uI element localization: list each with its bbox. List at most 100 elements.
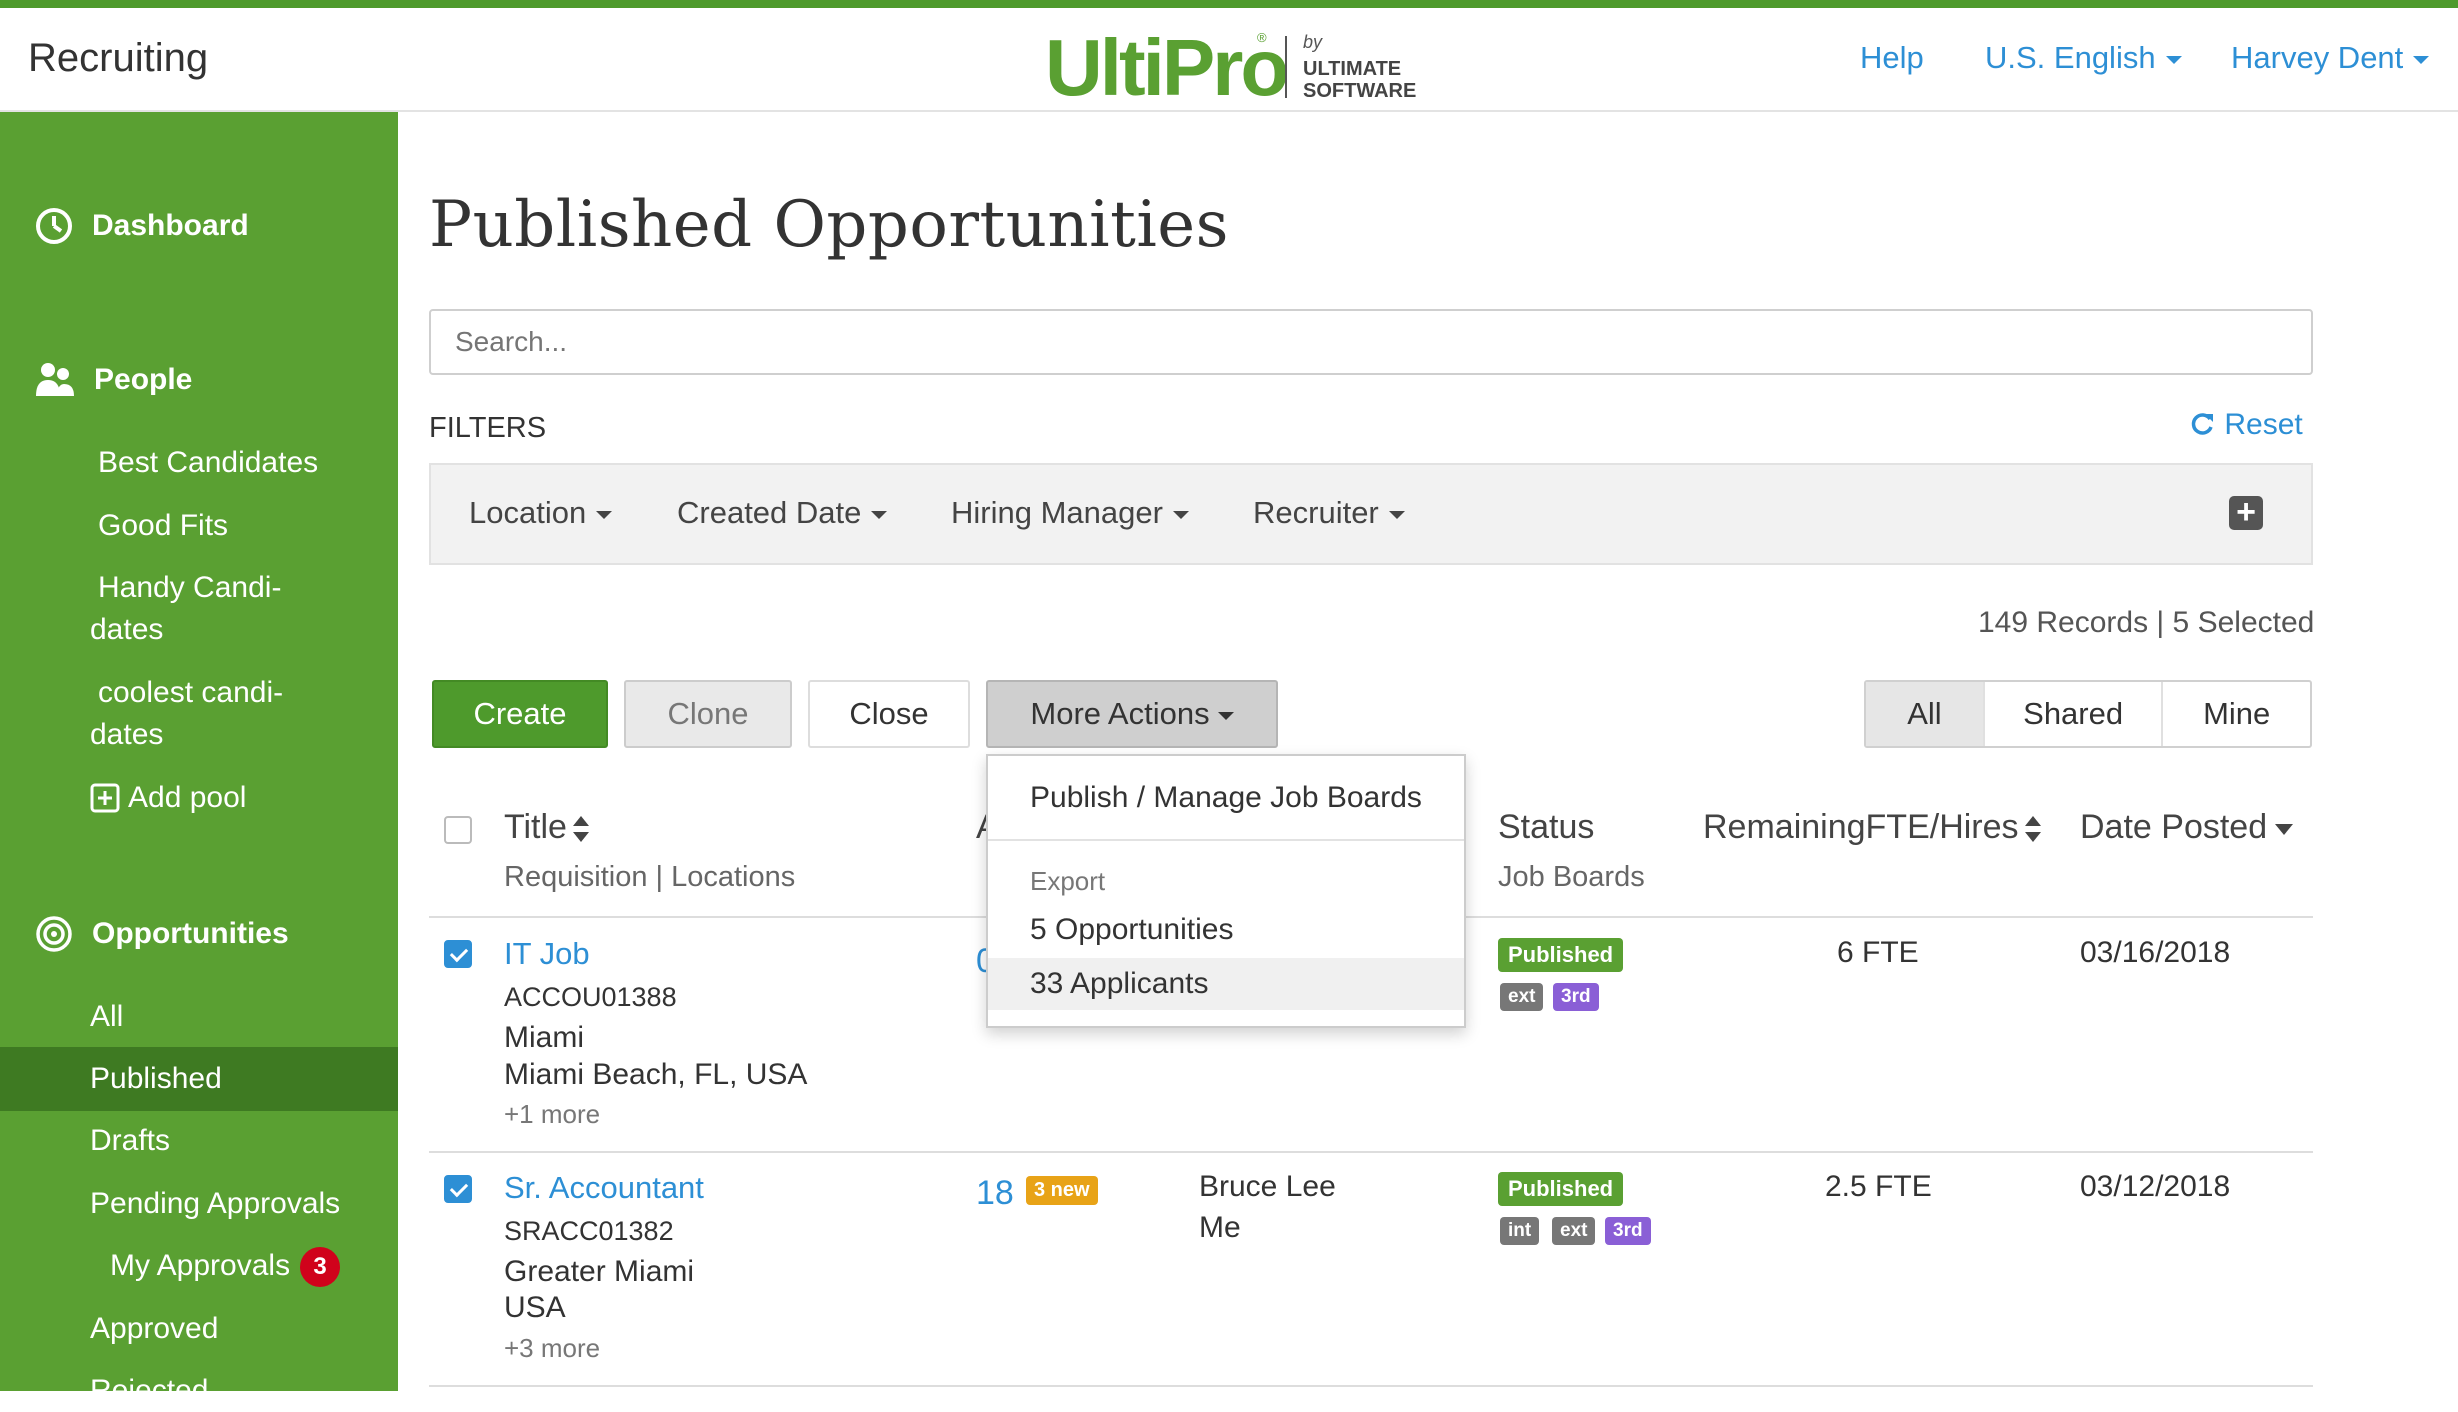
top-header: Recruiting UltiPro ® by ULTIMATE SOFTWARE… [0,8,2458,112]
help-link[interactable]: Help [1860,40,1924,76]
add-pool-label: Add pool [128,781,247,814]
sidebar-item-opportunities[interactable]: Opportunities [34,914,289,954]
job-board-tag: ext [1500,983,1544,1011]
sidebar-item-good-fits[interactable]: Good Fits [98,505,228,547]
chevron-down-icon [2413,55,2430,64]
add-pool-button[interactable]: Add pool [90,777,246,819]
row-divider [429,1151,2313,1153]
clone-button[interactable]: Clone [624,680,792,748]
add-filter-icon[interactable]: + [2229,495,2263,530]
filters-label: FILTERS [429,412,547,444]
sidebar: Dashboard People Best Candidates Good Fi… [0,112,398,1407]
sort-icon [2024,816,2041,843]
location-line: USA [504,1291,566,1324]
sidebar-item-published[interactable]: Published [90,1058,222,1100]
column-subheader-requisition: Requisition | Locations [504,861,796,893]
recruiter: Me [1199,1211,1241,1244]
sidebar-item-coolest-candidates[interactable]: coolest candi- dates [90,672,283,756]
app-title: Recruiting [28,36,209,80]
filter-label: Created Date [677,495,862,530]
remaining-fte: 6 FTE [1837,936,1919,969]
page-title: Published Opportunities [429,188,1229,262]
dashboard-icon [36,208,72,244]
menu-item-publish[interactable]: Publish / Manage Job Boards [988,776,1464,820]
job-board-tag: 3rd [1553,983,1599,1011]
sidebar-label-line2: dates [90,613,164,646]
status-badge: Published [1498,1172,1624,1206]
refresh-icon [2191,413,2213,435]
view-toggle: All Shared Mine [1864,680,2312,748]
job-board-tag: int [1500,1217,1540,1245]
menu-item-export-opportunities[interactable]: 5 Opportunities [988,904,1464,956]
column-header-status[interactable]: Status [1498,808,1594,847]
sidebar-label-line2: dates [90,718,164,751]
ultipro-logo[interactable]: UltiPro ® by ULTIMATE SOFTWARE [1045,22,1416,112]
close-button[interactable]: Close [808,680,970,748]
sidebar-item-dashboard[interactable]: Dashboard [34,206,249,246]
sidebar-item-drafts[interactable]: Drafts [90,1120,170,1162]
view-all-button[interactable]: All [1866,682,1985,746]
column-header-date-posted[interactable]: Date Posted [2080,808,2294,847]
sidebar-item-my-approvals[interactable]: My Approvals 3 [110,1245,341,1288]
sidebar-item-approved[interactable]: Approved [90,1308,218,1350]
sidebar-item-handy-candidates[interactable]: Handy Candi- dates [90,567,281,651]
filter-created-date[interactable]: Created Date [677,495,888,531]
location-line: Miami [504,1021,584,1054]
logo-registered-mark: ® [1257,30,1267,45]
row-divider [429,1385,2313,1387]
language-dropdown[interactable]: U.S. English [1985,40,2182,76]
menu-divider [988,839,1464,841]
more-actions-menu: Publish / Manage Job Boards Export 5 Opp… [986,754,1466,1028]
sort-icon [572,816,589,843]
sidebar-item-rejected[interactable]: Rejected [90,1370,208,1412]
more-locations-link[interactable]: +3 more [504,1333,600,1364]
sidebar-item-best-candidates[interactable]: Best Candidates [98,442,318,484]
records-count: 149 Records | 5 Selected [1978,606,2315,639]
more-locations-link[interactable]: +1 more [504,1099,600,1130]
chevron-down-icon [2165,55,2182,64]
sidebar-item-people[interactable]: People [34,360,192,400]
view-shared-button[interactable]: Shared [1985,682,2164,746]
requisition-id: SRACC01382 [504,1216,674,1246]
filter-recruiter[interactable]: Recruiter [1253,495,1405,531]
opportunity-title-link[interactable]: Sr. Accountant [504,1170,704,1206]
logo-by: by [1303,32,1323,52]
user-menu[interactable]: Harvey Dent [2231,40,2430,76]
opportunity-title-link[interactable]: IT Job [504,936,590,972]
menu-item-export-applicants[interactable]: 33 Applicants [988,958,1464,1010]
user-name: Harvey Dent [2231,40,2404,75]
sidebar-item-all[interactable]: All [90,996,123,1038]
filter-label: Recruiter [1253,495,1379,530]
job-board-tag: ext [1552,1217,1596,1245]
logo-wordmark: UltiPro [1045,23,1289,112]
create-button[interactable]: Create [432,680,608,748]
sidebar-item-pending-approvals[interactable]: Pending Approvals [90,1183,340,1225]
applicants-count[interactable]: 18 [976,1174,1014,1213]
location-line: Greater Miami [504,1255,695,1288]
new-applicants-badge: 3 new [1026,1176,1098,1205]
sidebar-label-people: People [94,363,193,396]
chevron-down-icon [871,510,888,519]
select-all-checkbox[interactable] [444,816,472,844]
view-mine-button[interactable]: Mine [2163,682,2310,746]
column-header-remaining[interactable]: RemainingFTE/Hires [1703,808,2041,847]
column-header-title[interactable]: Title [504,808,589,847]
chevron-down-icon [1388,510,1405,519]
row-checkbox[interactable] [444,1175,472,1203]
filter-location[interactable]: Location [469,495,613,531]
language-label: U.S. English [1985,40,2156,75]
filter-label: Location [469,495,587,530]
sidebar-label-line1: Handy Candi- [98,571,282,604]
people-icon [36,363,74,396]
target-icon [36,916,72,952]
filter-hiring-manager[interactable]: Hiring Manager [951,495,1189,531]
filter-label: Hiring Manager [951,495,1163,530]
row-checkbox[interactable] [444,940,472,968]
sidebar-label-line1: coolest candi- [98,676,284,709]
search-input[interactable] [429,309,2313,375]
more-actions-button[interactable]: More Actions [986,680,1278,748]
column-subheader-job-boards: Job Boards [1498,861,1645,893]
sidebar-label-dashboard: Dashboard [92,209,249,242]
reset-button[interactable]: Reset [2188,408,2303,442]
requisition-id: ACCOU01388 [504,982,677,1012]
